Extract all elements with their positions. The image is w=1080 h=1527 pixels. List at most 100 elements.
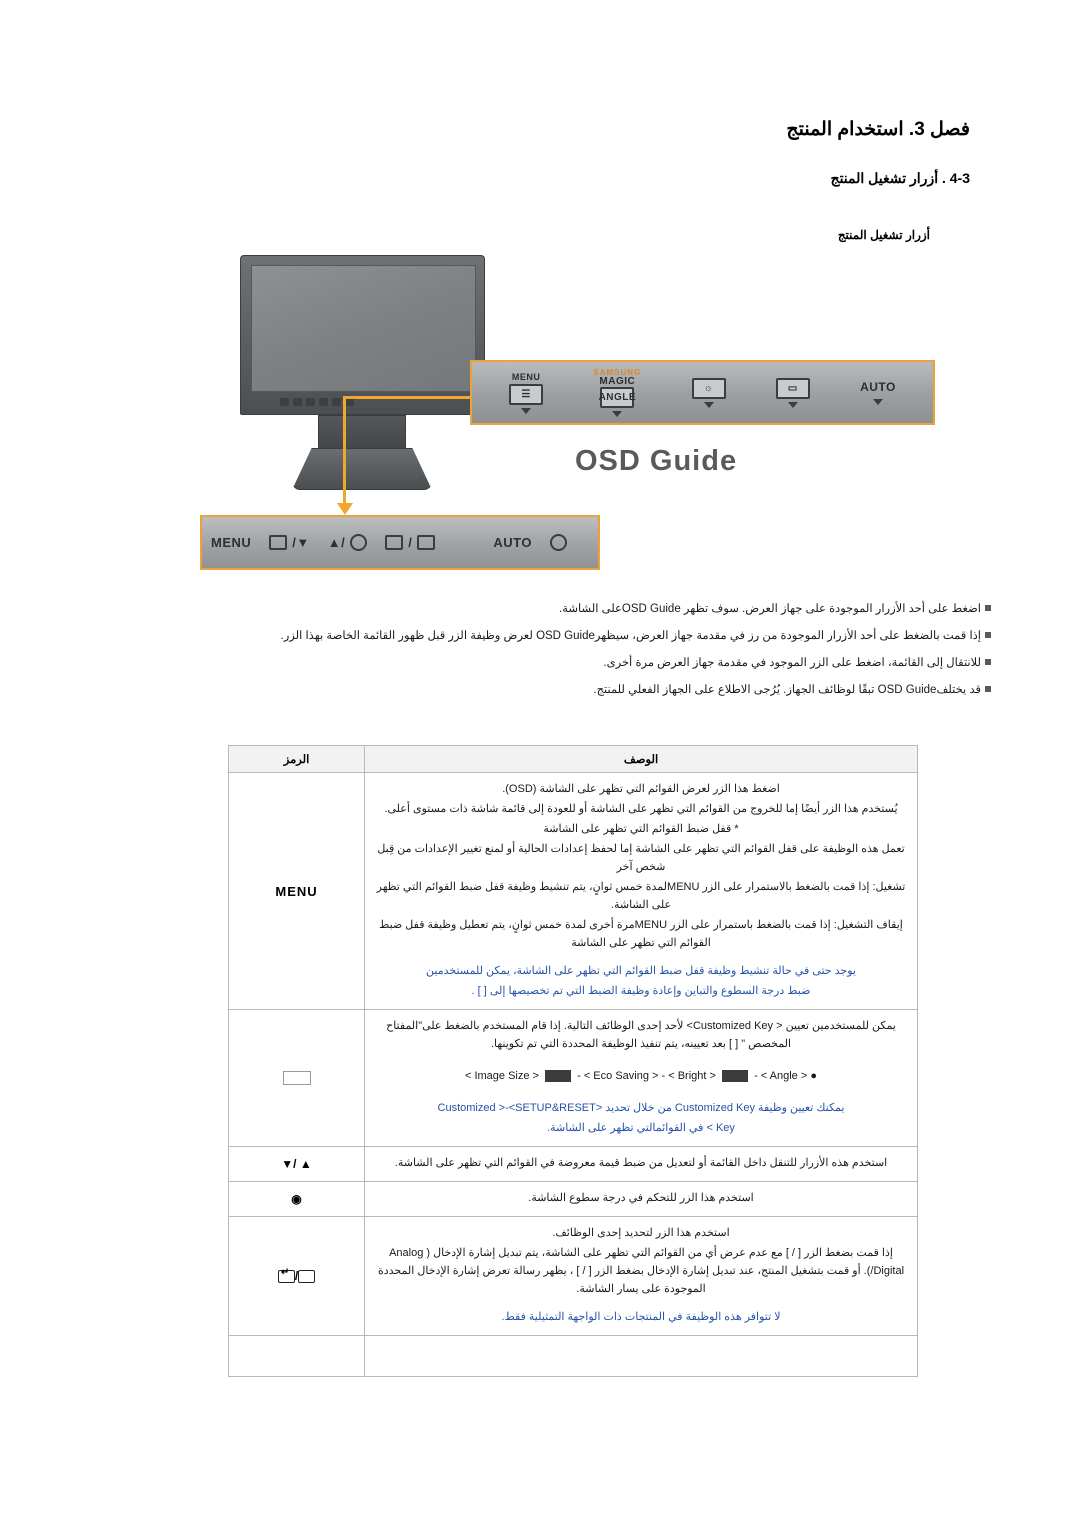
desc-line: يُستخدم هذا الزر أيضًا إما للخروج من الق… xyxy=(384,803,898,815)
monitor-button xyxy=(293,398,302,406)
document-page: فصل 3. استخدام المنتج 4-3 . أزرار تشغيل … xyxy=(0,0,1080,1527)
enter-icon xyxy=(277,1267,295,1284)
bar-menu: MENU xyxy=(211,535,252,550)
bar-up-label: ▲/ xyxy=(327,535,346,550)
box-icon xyxy=(298,1270,316,1284)
desc-note: Key > في القوائمالتي تظهر على الشاشة. xyxy=(547,1122,735,1134)
osd-button-enter: ▭ xyxy=(775,377,810,408)
table-row xyxy=(228,1335,918,1377)
cell-symbol: / xyxy=(228,1216,365,1336)
desc-line: إذا قمت بضغط الزر [ / ] مع عدم عرض أي من… xyxy=(377,1247,905,1295)
callout-arrow-icon xyxy=(337,503,353,515)
cell-symbol xyxy=(228,1009,365,1147)
option-eco-saving: < Eco Saving > xyxy=(583,1070,659,1082)
desc-line: استخدم هذا الزر للتحكم في درجة سطوع الشا… xyxy=(528,1192,754,1204)
bullet-text: اضغط على أحد الأزرار الموجودة على جهاز ا… xyxy=(559,603,981,615)
callout-line-horizontal xyxy=(343,396,473,399)
table-row: اضغط هذا الزر لعرض القوائم التي تظهر على… xyxy=(228,772,918,1010)
bullet-icon xyxy=(981,681,995,692)
bullet-icon xyxy=(981,654,995,665)
option-sep: - xyxy=(754,1070,758,1082)
cell-symbol: ◉ xyxy=(228,1181,365,1217)
bullet-icon xyxy=(981,600,995,611)
desc-line: إيقاف التشغيل: إذا قمت بالضغط باستمرار ع… xyxy=(379,919,903,949)
cell-symbol: ▲ /▼ xyxy=(228,1146,365,1182)
desc-line: اضغط هذا الزر لعرض القوائم التي تظهر على… xyxy=(502,783,780,795)
table-header-row: الوصف الرمز xyxy=(228,745,918,773)
section-title: 4-3 . أزرار تشغيل المنتج xyxy=(830,170,970,186)
monitor-screen xyxy=(251,265,476,392)
table-row: استخدم هذه الأزرار للتنقل داخل القائمة أ… xyxy=(228,1146,918,1182)
cell-symbol: MENU xyxy=(228,772,365,1010)
monitor-button xyxy=(332,398,341,406)
bullet-icon xyxy=(981,627,995,638)
bullet-text: إذا قمت بالضغط على أحد الأزرار الموجودة … xyxy=(280,630,982,642)
desc-line: استخدم هذا الزر لتحديد إحدى الوظائف. xyxy=(552,1227,730,1239)
monitor-button xyxy=(319,398,328,406)
swatch-icon xyxy=(545,1070,572,1083)
osd-menu-label: MENU xyxy=(511,371,541,382)
instruction-bullet-list: اضغط على أحد الأزرار الموجودة على جهاز ا… xyxy=(0,600,1080,708)
cell-description: استخدم هذه الأزرار للتنقل داخل القائمة أ… xyxy=(364,1146,918,1182)
cell-description: اضغط هذا الزر لعرض القوائم التي تظهر على… xyxy=(364,772,918,1010)
symbol-label: MENU xyxy=(275,883,318,899)
option-bullet-icon: ● xyxy=(810,1070,818,1082)
bullet-text: للانتقال إلى القائمة، اضغط على الزر المو… xyxy=(603,657,981,669)
column-header-symbol: الرمز xyxy=(228,745,365,773)
chevron-down-icon xyxy=(787,401,798,408)
monitor-bezel xyxy=(240,255,485,415)
bar-auto-button: AUTO xyxy=(493,535,532,550)
osd-guide-caption: OSD Guide xyxy=(575,445,738,477)
monitor-button xyxy=(306,398,315,406)
bar-up-button: ▲/ xyxy=(319,534,376,551)
magic-label: MAGIC xyxy=(599,376,636,387)
chevron-down-icon xyxy=(872,399,883,405)
desc-line: تشغيل: إذا قمت بالضغط بالاستمرار على الز… xyxy=(376,881,906,911)
bar-power-button xyxy=(541,534,576,551)
box-icon xyxy=(269,535,288,550)
desc-note: يمكنك تعيين وظيفة Customized Key من خلال… xyxy=(437,1102,845,1114)
cell-description: يمكن للمستخدمين تعيين < Customized Key> … xyxy=(364,1009,918,1147)
table-row: يمكن للمستخدمين تعيين < Customized Key> … xyxy=(228,1009,918,1147)
enter-icon: ▭ xyxy=(775,377,810,399)
option-sep: - xyxy=(577,1070,581,1082)
monitor-button xyxy=(345,398,354,406)
desc-line: استخدم هذه الأزرار للتنقل داخل القائمة أ… xyxy=(394,1157,888,1169)
bar-down-label: /▼ xyxy=(292,535,310,550)
brightness-icon: ◉ xyxy=(291,1192,302,1206)
monitor-illustration xyxy=(240,255,485,490)
desc-note: لا تتوافر هذه الوظيفة في المنتجات ذات ال… xyxy=(501,1311,781,1323)
list-item: إذا قمت بالضغط على أحد الأزرار الموجودة … xyxy=(160,627,995,645)
osd-button-bar: MENU /▼ ▲/ / AUTO xyxy=(200,515,600,570)
desc-line: يمكن للمستخدمين تعيين < Customized Key> … xyxy=(386,1020,896,1050)
enter-icon xyxy=(417,535,436,550)
cell-description xyxy=(364,1335,918,1377)
desc-note: يوجد حتى في حالة تنشيط وظيفة قفل ضبط الق… xyxy=(426,965,856,977)
swatch-icon xyxy=(722,1070,748,1083)
product-buttons-figure: MENU ☰ SAMSUNG MAGIC ANGLE ☼ ▭ AUTO OSD … xyxy=(195,250,955,580)
osd-button-auto: AUTO xyxy=(860,380,896,405)
osd-guide-panel: MENU ☰ SAMSUNG MAGIC ANGLE ☼ ▭ AUTO xyxy=(470,360,935,425)
chevron-down-icon xyxy=(612,411,623,417)
option-sep: - xyxy=(661,1070,666,1082)
symbol-label: ▲ /▼ xyxy=(281,1157,312,1171)
desc-note: ضبط درجة السطوع والتباين وإعادة وظيفة ال… xyxy=(471,985,811,997)
auto-label: AUTO xyxy=(860,380,896,394)
monitor-stand-base xyxy=(292,448,432,490)
box-icon xyxy=(385,535,404,550)
subsection-title: أزرار تشغيل المنتج xyxy=(837,228,930,242)
cell-symbol xyxy=(228,1335,365,1377)
bar-enter-label: / xyxy=(408,535,413,550)
list-item: للانتقال إلى القائمة، اضغط على الزر المو… xyxy=(160,654,995,672)
desc-line: تعمل هذه الوظيفة على قفل القوائم التي تظ… xyxy=(377,843,905,873)
power-icon xyxy=(549,534,567,551)
option-bright: < Bright > xyxy=(668,1070,716,1082)
column-header-description: الوصف xyxy=(364,745,918,773)
callout-line-vertical xyxy=(343,396,346,506)
angle-icon: ANGLE xyxy=(599,387,636,408)
brightness-icon: ☼ xyxy=(691,377,726,399)
page-title: فصل 3. استخدام المنتج xyxy=(786,119,970,140)
bar-down-button: /▼ xyxy=(260,535,318,550)
menu-icon: ☰ xyxy=(509,383,544,405)
monitor-stand-neck xyxy=(318,415,406,449)
